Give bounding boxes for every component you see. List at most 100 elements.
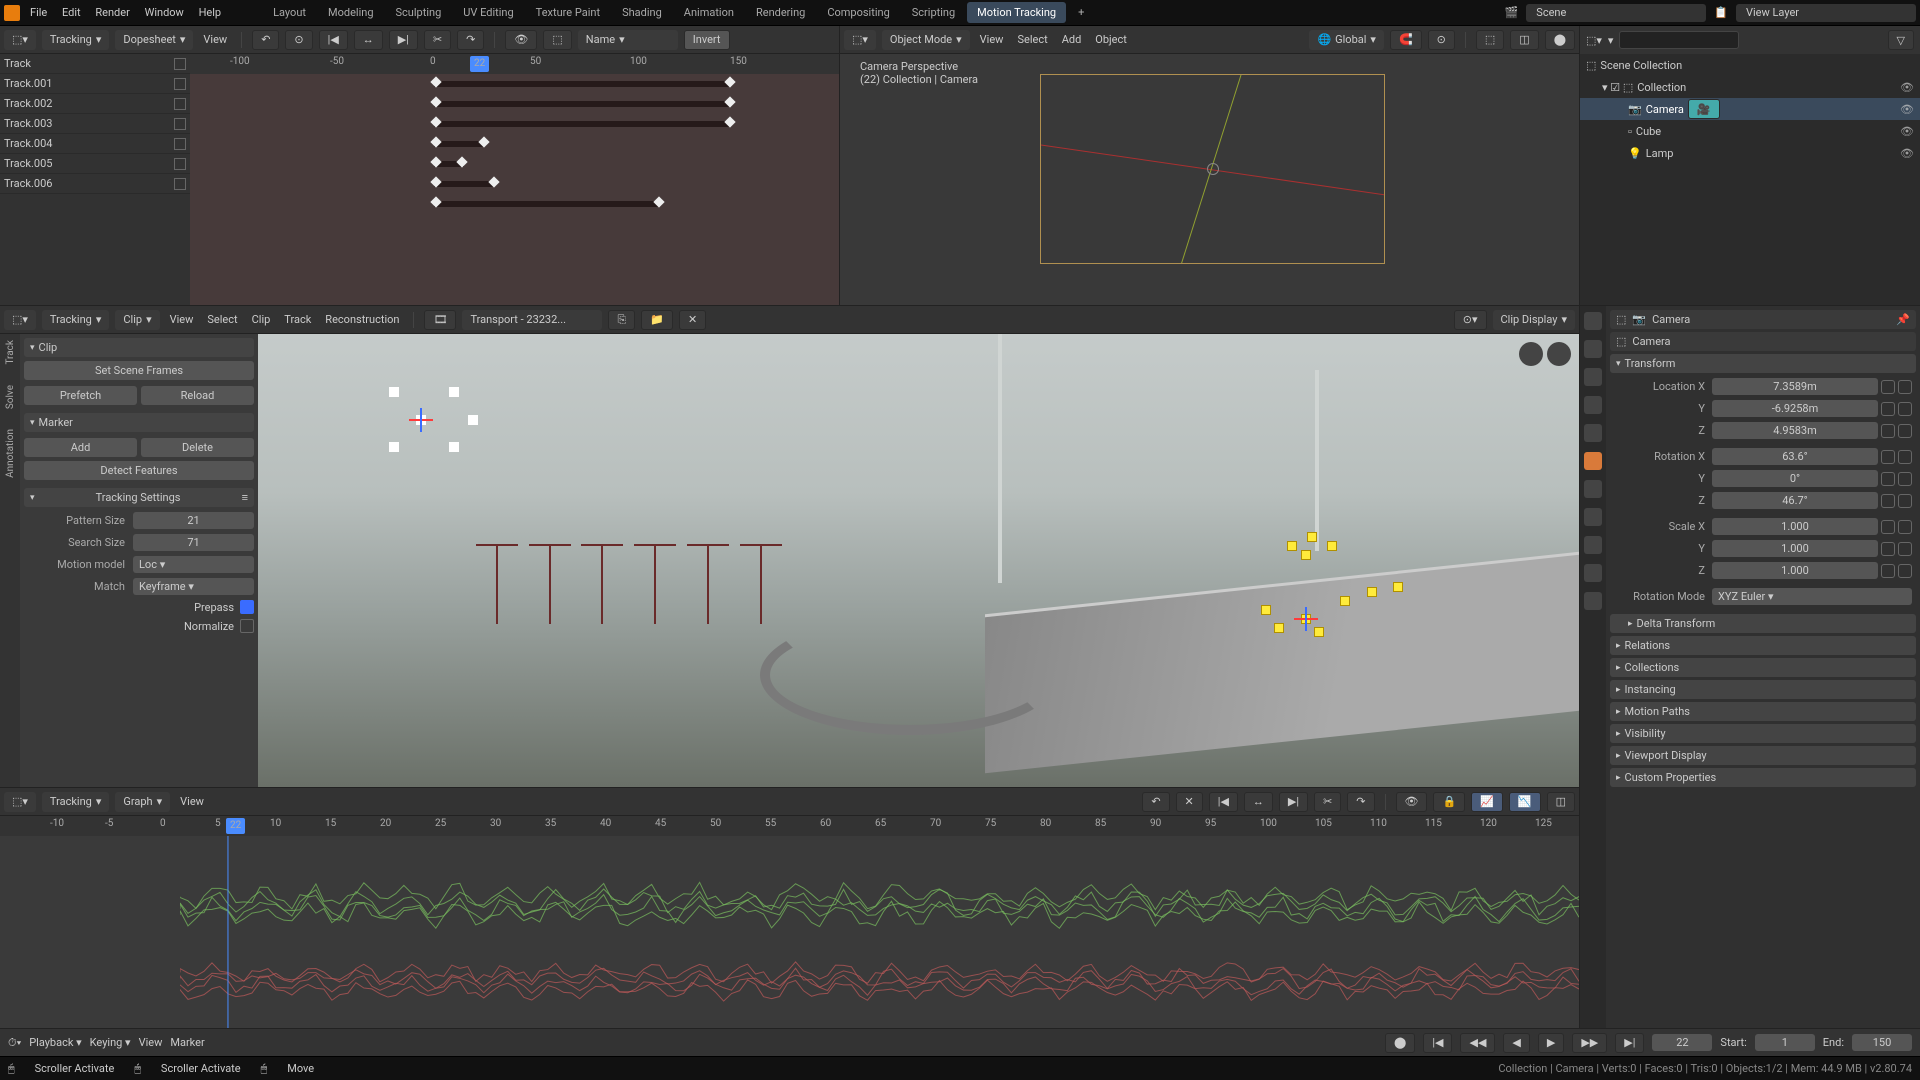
hide-icon[interactable]: [174, 178, 186, 190]
dopesheet-view-menu[interactable]: View: [199, 33, 231, 46]
fake-user-icon[interactable]: ⎘: [608, 310, 635, 330]
editor-type-selector[interactable]: ⬚▾: [4, 30, 36, 50]
pin-icon[interactable]: ⬚: [1616, 313, 1626, 326]
prop-tab-physics[interactable]: [1584, 508, 1602, 526]
hide-icon[interactable]: [174, 78, 186, 90]
eye-icon[interactable]: 👁: [1900, 147, 1914, 160]
normalize-checkbox[interactable]: [240, 619, 254, 633]
outliner-collection[interactable]: ▾ ☑ ⬚ Collection👁: [1580, 76, 1920, 98]
clip-select-menu[interactable]: Select: [203, 313, 241, 326]
clip-reconstruction-menu[interactable]: Reconstruction: [321, 313, 403, 326]
panel-tracking-settings-header[interactable]: Tracking Settings≡: [24, 488, 254, 507]
tracking-marker[interactable]: [390, 443, 398, 451]
play-reverse-icon[interactable]: ◀: [1503, 1033, 1529, 1053]
show-curves-icon[interactable]: 📈: [1471, 792, 1503, 812]
dopesheet-ruler[interactable]: -100 -50 0 50 100 150 22: [190, 54, 839, 74]
normalize-icon[interactable]: ◫: [1547, 792, 1575, 812]
play-icon[interactable]: ▶: [1538, 1033, 1564, 1053]
prop-tab-object[interactable]: [1584, 452, 1602, 470]
zoom-icon[interactable]: [1547, 342, 1571, 366]
prop-tab-view-layer[interactable]: [1584, 368, 1602, 386]
menu-window[interactable]: Window: [145, 6, 184, 19]
delete-marker-button[interactable]: Delete: [141, 438, 254, 457]
prop-tab-scene[interactable]: [1584, 396, 1602, 414]
detect-features-button[interactable]: Detect Features: [24, 461, 254, 480]
preset-icon[interactable]: ≡: [242, 491, 248, 504]
clip-view-menu[interactable]: View: [166, 313, 198, 326]
orient-selector[interactable]: 🌐 Global ▾: [1309, 30, 1384, 50]
tracking-marker[interactable]: [1368, 588, 1376, 596]
menu-render[interactable]: Render: [95, 6, 129, 19]
section-motion-paths[interactable]: Motion Paths: [1610, 702, 1916, 721]
timeline-marker-menu[interactable]: Marker: [170, 1036, 204, 1049]
rotation-x-field[interactable]: 63.6°: [1712, 448, 1878, 465]
search-size-field[interactable]: 71: [133, 534, 254, 551]
open-clip-icon[interactable]: 📁: [641, 310, 673, 330]
pivot-icon[interactable]: ⊙▾: [1454, 310, 1487, 330]
section-collections[interactable]: Collections: [1610, 658, 1916, 677]
track-row[interactable]: Track: [0, 54, 190, 74]
tab-compositing[interactable]: Compositing: [817, 2, 899, 23]
set-scene-frames-button[interactable]: Set Scene Frames: [24, 361, 254, 380]
view3d-select-menu[interactable]: Select: [1013, 33, 1051, 46]
editor-type-selector[interactable]: ⬚▾: [1586, 34, 1602, 47]
unlink-icon[interactable]: ✕: [679, 310, 706, 330]
tracking-mode-selector[interactable]: Tracking ▾: [42, 30, 109, 50]
tab-modeling[interactable]: Modeling: [318, 2, 384, 23]
hide-icon[interactable]: [174, 98, 186, 110]
pattern-size-field[interactable]: 21: [133, 512, 254, 529]
jump-end-icon[interactable]: ▶|: [1279, 792, 1308, 812]
section-visibility[interactable]: Visibility: [1610, 724, 1916, 743]
view3d-object-menu[interactable]: Object: [1091, 33, 1131, 46]
view3d-view-menu[interactable]: View: [976, 33, 1008, 46]
end-frame-field[interactable]: 150: [1852, 1034, 1912, 1051]
clip-track-menu[interactable]: Track: [280, 313, 315, 326]
hide-icon[interactable]: [174, 138, 186, 150]
editor-type-selector[interactable]: ⬚▾: [4, 310, 36, 330]
keyframe-dot-icon[interactable]: [1881, 380, 1895, 394]
show-hidden-icon[interactable]: ⬚: [543, 30, 571, 50]
display-mode-selector[interactable]: ▾: [1608, 34, 1614, 47]
tracking-marker[interactable]: [417, 416, 425, 424]
section-custom-properties[interactable]: Custom Properties: [1610, 768, 1916, 787]
scale-y-field[interactable]: 1.000: [1712, 540, 1878, 557]
jump-end-icon[interactable]: ▶|: [389, 30, 418, 50]
prop-tab-constraints[interactable]: [1584, 536, 1602, 554]
track-row[interactable]: Track.001: [0, 74, 190, 94]
prev-key-icon[interactable]: ✕: [1176, 792, 1203, 812]
graph-canvas[interactable]: 22 -10-505101520253035404550556065707580…: [0, 816, 1579, 1028]
show-selected-icon[interactable]: 👁: [505, 30, 537, 50]
graph-view-menu[interactable]: View: [176, 795, 208, 808]
tracking-marker[interactable]: [1341, 597, 1349, 605]
xray-icon[interactable]: ◫: [1510, 30, 1538, 50]
menu-file[interactable]: File: [30, 6, 47, 19]
wrench-icon[interactable]: ✂: [424, 30, 451, 50]
clip-type-selector[interactable]: Clip ▾: [115, 310, 159, 330]
current-frame-field[interactable]: 22: [1652, 1034, 1712, 1051]
section-relations[interactable]: Relations: [1610, 636, 1916, 655]
jump-prev-icon[interactable]: ↶: [252, 30, 279, 50]
location-x-field[interactable]: 7.3589m: [1712, 378, 1878, 395]
editor-type-selector[interactable]: ⬚▾: [4, 792, 36, 812]
rotation-z-field[interactable]: 46.7°: [1712, 492, 1878, 509]
tab-scripting[interactable]: Scripting: [902, 2, 965, 23]
prev-key-icon[interactable]: ◀◀: [1460, 1033, 1495, 1053]
tracking-mode-selector[interactable]: Tracking ▾: [42, 310, 109, 330]
hide-icon[interactable]: [174, 118, 186, 130]
hide-icon[interactable]: [174, 158, 186, 170]
section-delta-transform[interactable]: Delta Transform: [1610, 614, 1916, 633]
reload-button[interactable]: Reload: [141, 386, 254, 405]
eye-icon[interactable]: 👁: [1900, 103, 1914, 116]
eye-icon[interactable]: 👁: [1900, 125, 1914, 138]
scale-x-field[interactable]: 1.000: [1712, 518, 1878, 535]
track-row[interactable]: Track.006: [0, 174, 190, 194]
tab-animation[interactable]: Animation: [674, 2, 744, 23]
filter-icon[interactable]: ▽: [1888, 30, 1914, 50]
pin-toggle-icon[interactable]: 📌: [1896, 313, 1910, 326]
tracking-marker[interactable]: [1328, 542, 1336, 550]
tracking-marker[interactable]: [390, 388, 398, 396]
clip-clip-menu[interactable]: Clip: [248, 313, 275, 326]
track-row[interactable]: Track.003: [0, 114, 190, 134]
tracking-marker[interactable]: [1262, 606, 1270, 614]
center-view-icon[interactable]: ↔: [1244, 792, 1273, 812]
